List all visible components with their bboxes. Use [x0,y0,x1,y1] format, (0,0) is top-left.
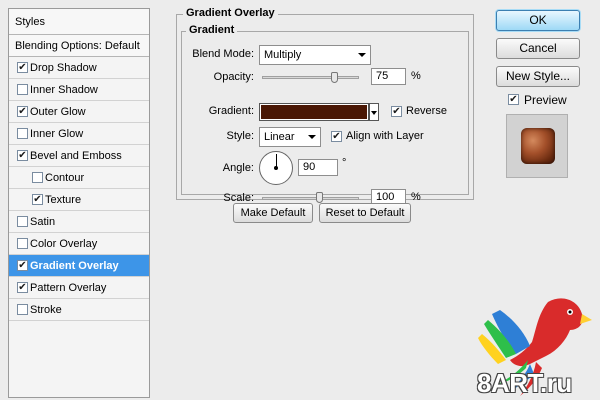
style-item-texture[interactable]: ✔ Texture [9,189,149,211]
styles-header[interactable]: Styles [9,9,149,35]
style-item-label: Gradient Overlay [30,260,119,272]
style-item-stroke[interactable]: Stroke [9,299,149,321]
style-checkbox[interactable] [17,216,28,227]
style-label: Style: [226,130,254,142]
scale-slider-thumb[interactable] [316,192,324,203]
reverse-checkbox[interactable]: ✔ [391,106,402,117]
scale-unit: % [411,191,421,203]
angle-center-dot [274,166,278,170]
style-checkbox[interactable]: ✔ [17,62,28,73]
blend-mode-label: Blend Mode: [192,48,254,60]
style-checkbox[interactable]: ✔ [17,150,28,161]
style-checkbox[interactable] [17,128,28,139]
new-style-button[interactable]: New Style... [496,66,580,87]
style-value: Linear [264,131,295,143]
blend-mode-dropdown[interactable]: Multiply [259,45,371,65]
preview-checkbox[interactable]: ✔ [508,94,519,105]
style-item-pattern-overlay[interactable]: ✔ Pattern Overlay [9,277,149,299]
reset-to-default-button[interactable]: Reset to Default [319,203,411,223]
style-item-satin[interactable]: Satin [9,211,149,233]
style-item-inner-shadow[interactable]: Inner Shadow [9,79,149,101]
opacity-label: Opacity: [213,71,254,83]
scale-slider-track[interactable] [262,197,359,200]
style-item-label: Stroke [30,304,62,316]
style-item-label: Outer Glow [30,106,86,118]
style-checkbox[interactable] [17,238,28,249]
style-item-label: Texture [45,194,82,206]
angle-input[interactable]: 90 [298,159,338,176]
chevron-down-icon [308,135,316,139]
style-item-drop-shadow[interactable]: ✔ Drop Shadow [9,57,149,79]
ok-button[interactable]: OK [496,10,580,31]
style-item-outer-glow[interactable]: ✔ Outer Glow [9,101,149,123]
chevron-down-icon [358,53,366,57]
reverse-label: Reverse [406,105,447,117]
opacity-input[interactable]: 75 [371,68,406,85]
style-item-contour[interactable]: Contour [9,167,149,189]
style-checkbox[interactable]: ✔ [17,260,28,271]
align-with-layer-checkbox[interactable]: ✔ [331,131,342,142]
angle-label: Angle: [222,162,254,174]
preview-swatch [521,128,555,164]
style-item-bevel-and-emboss[interactable]: ✔ Bevel and Emboss [9,145,149,167]
styles-list: Styles Blending Options: Default ✔ Drop S… [8,8,150,398]
opacity-unit: % [411,70,421,82]
blending-options-item[interactable]: Blending Options: Default [9,35,149,57]
style-dropdown[interactable]: Linear [259,127,321,147]
style-item-label: Contour [45,172,85,184]
gradient-group: Gradient Blend Mode: Multiply Opacity: 7… [181,24,469,206]
gradient-dropdown-arrow-icon[interactable] [369,103,379,121]
style-item-label: Bevel and Emboss [30,150,122,162]
style-item-color-overlay[interactable]: Color Overlay [9,233,149,255]
gradient-picker[interactable] [259,103,369,121]
gradient-label: Gradient: [208,105,254,117]
opacity-slider-track[interactable] [262,76,359,79]
angle-dial[interactable] [259,151,293,185]
style-item-label: Satin [30,216,56,228]
style-checkbox[interactable] [17,84,28,95]
align-with-layer-label: Align with Layer [346,130,424,142]
style-checkbox[interactable]: ✔ [32,194,43,205]
cancel-button[interactable]: Cancel [496,38,580,59]
style-item-label: Color Overlay [30,238,98,250]
gradient-subtitle: Gradient [186,24,238,36]
style-item-label: Inner Glow [30,128,84,140]
style-item-label: Inner Shadow [30,84,98,96]
gradient-overlay-title: Gradient Overlay [183,7,278,19]
gradient-overlay-group: Gradient Overlay Gradient Blend Mode: Mu… [176,7,474,206]
gradient-preview [261,105,367,119]
style-item-label: Pattern Overlay [30,282,107,294]
style-checkbox[interactable]: ✔ [17,106,28,117]
style-checkbox[interactable] [32,172,43,183]
style-item-label: Drop Shadow [30,62,97,74]
make-default-button[interactable]: Make Default [233,203,313,223]
preview-label: Preview [524,93,567,107]
watermark-text: 8ART.ru [477,368,572,398]
blend-mode-value: Multiply [264,49,302,61]
style-item-inner-glow[interactable]: Inner Glow [9,123,149,145]
opacity-slider-thumb[interactable] [330,72,338,83]
angle-unit: ° [342,157,347,169]
style-checkbox[interactable]: ✔ [17,282,28,293]
style-item-gradient-overlay[interactable]: ✔ Gradient Overlay [9,255,149,277]
style-preview-thumbnail [506,114,568,178]
style-checkbox[interactable] [17,304,28,315]
